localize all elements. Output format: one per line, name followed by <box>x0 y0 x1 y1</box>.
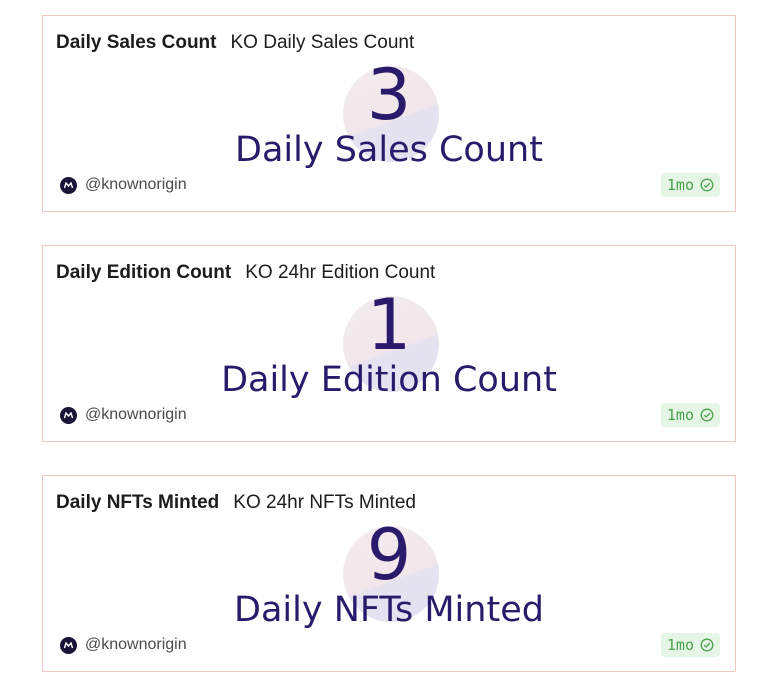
updated-badge: 1mo <box>660 403 720 427</box>
counter-label: Daily Sales Count <box>235 130 543 170</box>
author-link[interactable]: @knownorigin <box>60 406 187 424</box>
counter-value: 3 <box>366 54 412 136</box>
counter-label: Daily NFTs Minted <box>234 590 544 630</box>
author-link[interactable]: @knownorigin <box>60 176 187 194</box>
knownorigin-logo-icon <box>60 636 77 654</box>
dashboard-card-daily-nfts-minted[interactable]: Daily NFTs Minted KO 24hr NFTs Minted 9 D… <box>42 475 736 672</box>
dashboard-card-daily-edition[interactable]: Daily Edition Count KO 24hr Edition Count… <box>42 245 736 442</box>
knownorigin-logo-icon <box>60 406 77 424</box>
updated-badge: 1mo <box>660 173 720 197</box>
author-name: @knownorigin <box>85 636 187 653</box>
knownorigin-logo-icon <box>60 176 77 194</box>
counter-value: 9 <box>366 514 412 596</box>
author-name: @knownorigin <box>85 406 187 423</box>
author-link[interactable]: @knownorigin <box>60 636 187 654</box>
check-circle-icon <box>700 408 714 422</box>
check-circle-icon <box>700 638 714 652</box>
updated-badge: 1mo <box>660 633 720 657</box>
badge-text: 1mo <box>666 406 694 424</box>
check-circle-icon <box>700 178 714 192</box>
counter-label: Daily Edition Count <box>221 360 557 400</box>
dashboard-card-daily-sales[interactable]: Daily Sales Count KO Daily Sales Count 3 … <box>42 15 736 212</box>
badge-text: 1mo <box>666 176 694 194</box>
author-name: @knownorigin <box>85 176 187 193</box>
badge-text: 1mo <box>666 636 694 654</box>
counter-value: 1 <box>366 284 412 366</box>
